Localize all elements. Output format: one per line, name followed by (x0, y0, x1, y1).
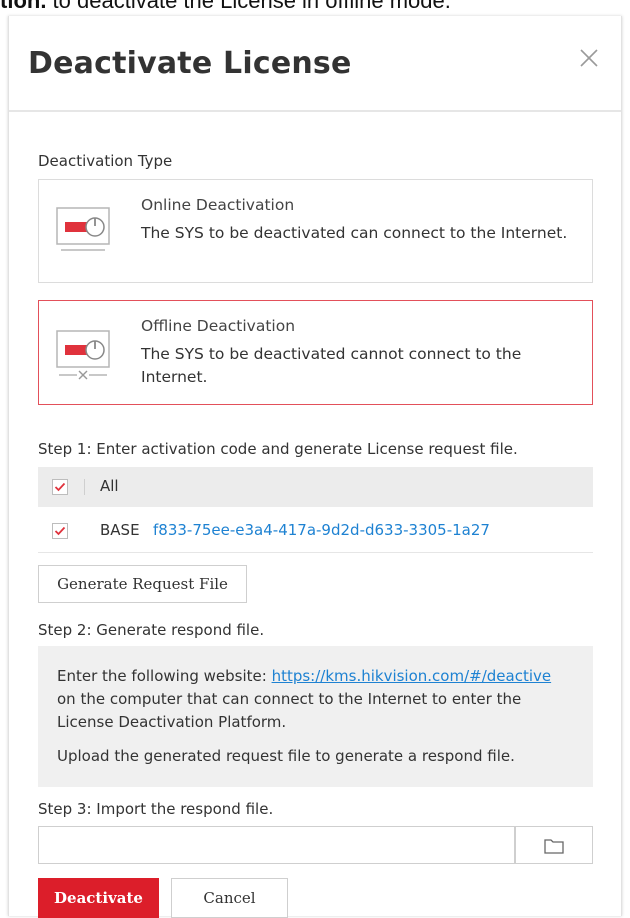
top-caption: tion. to deactivate the License in offli… (0, 0, 630, 14)
instruction-line4: Upload the generated request file to gen… (57, 747, 515, 765)
close-button[interactable] (577, 46, 601, 70)
online-deactivation-title: Online Deactivation (141, 196, 295, 214)
offline-deactivation-description-line2: Internet. (141, 368, 208, 386)
instruction-line1: Enter the following website: https://kms… (57, 667, 551, 685)
step1-label: Step 1: Enter activation code and genera… (38, 440, 518, 458)
online-deactivation-description: The SYS to be deactivated can connect to… (141, 224, 568, 242)
top-caption-text: to deactivate the License in offline mod… (46, 0, 451, 13)
cancel-button[interactable]: Cancel (171, 878, 288, 918)
offline-deactivation-title: Offline Deactivation (141, 317, 296, 335)
kms-website-link[interactable]: https://kms.hikvision.com/#/deactive (272, 667, 552, 685)
respond-file-input[interactable] (38, 826, 515, 864)
select-all-row: All (38, 467, 593, 507)
checkmark-icon (54, 482, 66, 492)
offline-deactivation-icon (56, 330, 110, 380)
deactivate-license-dialog: Deactivate License Deactivation Type Onl… (8, 16, 622, 918)
checkmark-icon (54, 526, 66, 536)
instruction-line2: on the computer that can connect to the … (57, 690, 522, 708)
deactivate-button[interactable]: Deactivate (38, 878, 159, 918)
online-deactivation-icon (56, 207, 110, 251)
offline-deactivation-description-line1: The SYS to be deactivated cannot connect… (141, 345, 522, 363)
step2-label: Step 2: Generate respond file. (38, 621, 265, 639)
select-all-checkbox[interactable] (52, 479, 68, 495)
step3-label: Step 3: Import the respond file. (38, 800, 274, 818)
online-deactivation-card[interactable]: Online Deactivation The SYS to be deacti… (38, 179, 593, 283)
browse-file-button[interactable] (515, 826, 593, 864)
activation-code: f833-75ee-e3a4-417a-9d2d-d633-3305-1a27 (153, 521, 490, 539)
dialog-title: Deactivate License (28, 46, 352, 81)
top-caption-bold: tion. (0, 0, 47, 13)
generate-request-file-button[interactable]: Generate Request File (38, 565, 247, 603)
column-divider (84, 479, 85, 495)
license-name: BASE (100, 521, 140, 539)
instruction-line3: License Deactivation Platform. (57, 713, 287, 731)
license-row: BASE f833-75ee-e3a4-417a-9d2d-d633-3305-… (38, 511, 593, 553)
step2-instructions: Enter the following website: https://kms… (38, 646, 593, 787)
folder-icon (544, 839, 564, 854)
deactivation-type-label: Deactivation Type (38, 152, 173, 170)
instruction-prefix: Enter the following website: (57, 667, 272, 685)
close-icon (580, 49, 598, 67)
offline-deactivation-card[interactable]: Offline Deactivation The SYS to be deact… (38, 300, 593, 405)
dialog-header: Deactivate License (9, 16, 621, 112)
license-row-checkbox[interactable] (52, 523, 68, 539)
select-all-label: All (100, 477, 119, 495)
